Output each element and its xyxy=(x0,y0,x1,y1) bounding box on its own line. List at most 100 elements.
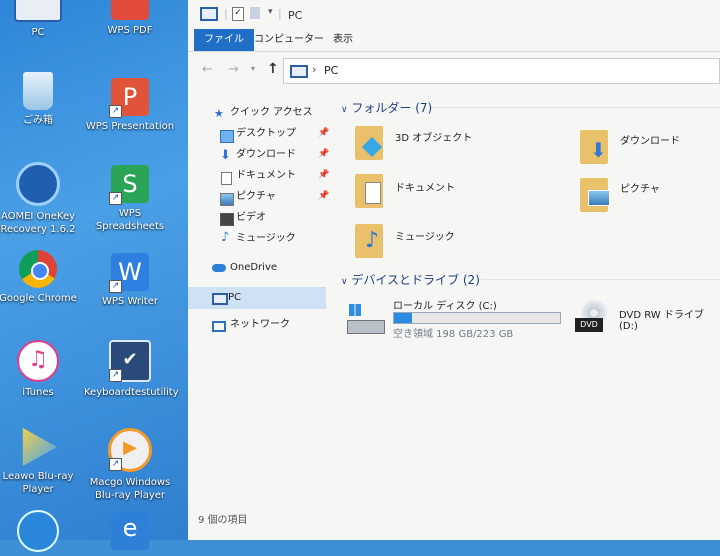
dvd-badge: DVD xyxy=(575,318,603,332)
folder-label-music[interactable]: ミュージック xyxy=(395,228,455,243)
pin-icon: 📌 xyxy=(318,170,330,180)
disk-usage-fill xyxy=(394,313,413,323)
documents-folder-icon[interactable] xyxy=(355,174,383,208)
downloads-folder-icon[interactable]: ⬇ xyxy=(580,130,608,164)
tab-file[interactable]: ファイル xyxy=(194,29,254,51)
local-disk-icon[interactable] xyxy=(347,304,385,336)
desktop-icon-partial[interactable] xyxy=(0,510,84,556)
desktop-icon-label: WPS Writer xyxy=(102,296,158,307)
music-note-icon: ♪ xyxy=(221,230,230,245)
play-disc-icon: ▶ ↗ xyxy=(108,428,152,472)
divider xyxy=(433,107,720,108)
pc-icon xyxy=(200,7,218,21)
chevron-down-icon: ∨ xyxy=(341,105,348,115)
desktop-icon-macgo[interactable]: ▶ ↗ Macgo Windows Blu-ray Player xyxy=(84,428,176,502)
desktop-icon-edge[interactable]: e xyxy=(84,512,176,554)
up-arrow-icon[interactable]: ↑ xyxy=(267,61,279,77)
wps-spreadsheets-icon: S ↗ xyxy=(109,165,149,205)
pictures-icon xyxy=(220,193,234,206)
drives-group-header[interactable]: ∨ デバイスとドライブ (2) xyxy=(341,271,720,288)
desktop-icon-itunes[interactable]: ♫ iTunes xyxy=(0,340,84,399)
desktop: PC ごみ箱 AOMEI OneKey Recovery 1.6.2 Googl… xyxy=(0,0,190,552)
new-folder-icon[interactable] xyxy=(250,7,260,19)
tab-computer[interactable]: コンピューター xyxy=(254,29,324,51)
ribbon-tabs: ファイル コンピューター 表示 xyxy=(188,29,720,52)
music-folder-icon[interactable]: ♪ xyxy=(355,224,383,258)
3d-objects-folder-icon[interactable] xyxy=(355,126,383,160)
desktop-icon-keyboardtest[interactable]: ✔ ↗ Keyboardtestutility xyxy=(84,340,179,399)
desktop-icon-label: Keyboardtestutility xyxy=(84,387,179,398)
wps-presentation-icon: P ↗ xyxy=(109,78,149,118)
nav-pc[interactable]: PC xyxy=(188,287,326,309)
desktop-icon-leawo[interactable]: Leawo Blu-ray Player xyxy=(0,428,84,496)
dvd-drive-name[interactable]: DVD RW ドライブ (D:) xyxy=(619,306,720,332)
nav-item-documents[interactable]: ドキュメント xyxy=(236,168,296,184)
desktop-icon-label: WPS Presentation xyxy=(85,121,175,132)
local-disk-name[interactable]: ローカル ディスク (C:) xyxy=(393,297,497,312)
customize-quick-access-icon[interactable]: ▾ xyxy=(268,7,273,17)
desktop-icon xyxy=(220,130,234,143)
dvd-drive-icon[interactable]: DVD xyxy=(573,300,611,336)
desktop-icon-wps-spreadsheets[interactable]: S ↗ WPS Spreadsheets xyxy=(84,165,176,233)
keyboard-test-icon: ✔ ↗ xyxy=(109,340,151,382)
divider: | xyxy=(224,7,228,20)
folders-group-header[interactable]: ∨ フォルダー (7) xyxy=(341,99,720,116)
nav-pc-label: PC xyxy=(228,292,242,303)
pin-icon: 📌 xyxy=(318,149,330,159)
disk-usage-bar xyxy=(393,312,561,324)
window-title: PC xyxy=(288,9,303,22)
properties-icon[interactable]: ✓ xyxy=(232,7,244,21)
folder-label-pictures[interactable]: ピクチャ xyxy=(620,180,660,195)
navigation-pane: ★ クイック アクセス デスクトップ 📌 ⬇ ダウンロード 📌 ドキュメント 📌… xyxy=(188,92,330,540)
pin-icon: 📌 xyxy=(318,191,330,201)
aomei-icon xyxy=(16,162,60,206)
recent-locations-icon[interactable]: ▾ xyxy=(251,64,255,73)
nav-item-music[interactable]: ミュージック xyxy=(236,231,296,247)
desktop-icon-recycle-bin[interactable]: ごみ箱 xyxy=(0,72,84,127)
pc-icon xyxy=(290,65,308,78)
nav-item-videos[interactable]: ビデオ xyxy=(236,210,266,226)
desktop-icon-label: iTunes xyxy=(22,387,54,398)
edge-icon: e xyxy=(111,512,149,550)
nav-onedrive[interactable]: OneDrive xyxy=(230,260,277,276)
desktop-icon-aomei[interactable]: AOMEI OneKey Recovery 1.6.2 xyxy=(0,162,84,236)
star-icon: ★ xyxy=(214,107,224,120)
desktop-icon-label: Macgo Windows Blu-ray Player xyxy=(89,477,171,501)
pictures-folder-icon[interactable] xyxy=(580,178,610,212)
folder-label-documents[interactable]: ドキュメント xyxy=(395,179,455,194)
video-icon xyxy=(220,213,234,226)
local-disk-space: 空き領域 198 GB/223 GB xyxy=(393,329,514,340)
desktop-icon-wps-presentation[interactable]: P ↗ WPS Presentation xyxy=(84,78,176,133)
divider: | xyxy=(278,7,282,20)
wps-writer-icon: W ↗ xyxy=(109,253,149,293)
address-path: PC xyxy=(324,64,339,77)
back-arrow-icon[interactable]: ← xyxy=(202,62,213,77)
nav-item-desktop[interactable]: デスクトップ xyxy=(236,126,296,142)
address-box[interactable]: › PC xyxy=(283,58,720,84)
document-icon xyxy=(221,172,232,185)
desktop-icon-pc[interactable]: PC xyxy=(0,0,84,39)
chevron-down-icon: ∨ xyxy=(341,277,348,287)
app-icon xyxy=(17,510,59,552)
forward-arrow-icon[interactable]: → xyxy=(228,62,239,77)
network-icon xyxy=(212,321,226,332)
nav-quick-access[interactable]: クイック アクセス xyxy=(230,105,313,121)
download-arrow-icon: ⬇ xyxy=(220,148,231,163)
desktop-icon-label: WPS Spreadsheets xyxy=(95,208,165,232)
tab-view[interactable]: 表示 xyxy=(333,29,353,51)
folders-group-title: フォルダー (7) xyxy=(351,101,433,115)
drives-group-title: デバイスとドライブ (2) xyxy=(351,273,480,287)
folder-label-downloads[interactable]: ダウンロード xyxy=(620,132,680,147)
divider xyxy=(481,279,720,280)
music-note-icon: ♫ xyxy=(17,340,59,382)
content-pane: ∨ フォルダー (7) 3D オブジェクト ⬇ ダウンロード ドキュメント ピク… xyxy=(333,92,720,540)
breadcrumb-chevron-icon: › xyxy=(312,63,317,76)
folder-label-3d-objects[interactable]: 3D オブジェクト xyxy=(395,129,472,144)
desktop-icon-chrome[interactable]: Google Chrome xyxy=(0,250,84,305)
nav-item-downloads[interactable]: ダウンロード xyxy=(236,147,296,163)
nav-item-pictures[interactable]: ピクチャ xyxy=(236,189,276,205)
nav-network[interactable]: ネットワーク xyxy=(230,317,290,333)
desktop-icon-wps-pdf[interactable]: WPS PDF xyxy=(84,0,176,37)
pin-icon: 📌 xyxy=(318,128,330,138)
desktop-icon-wps-writer[interactable]: W ↗ WPS Writer xyxy=(84,253,176,308)
